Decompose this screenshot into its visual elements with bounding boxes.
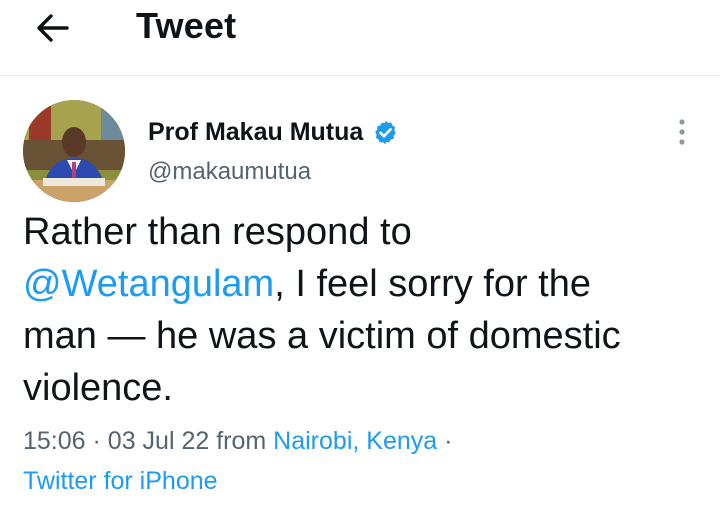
verified-badge-icon xyxy=(375,120,397,144)
author-handle[interactable]: @makaumutua xyxy=(148,157,311,187)
separator-dot: · xyxy=(92,427,101,455)
tweet-source-row: Twitter for iPhone xyxy=(23,465,703,497)
location-link[interactable]: Nairobi, Kenya xyxy=(273,427,437,455)
profile-photo xyxy=(23,100,125,202)
tweet-time[interactable]: 15:06 xyxy=(23,427,86,455)
tweet-date[interactable]: 03 Jul 22 xyxy=(108,427,209,455)
avatar[interactable] xyxy=(23,100,125,202)
from-label: from xyxy=(216,427,267,455)
top-bar: Tweet xyxy=(0,0,720,76)
tweet-text-line: man — he was a victim of domestic xyxy=(23,315,621,357)
tweet-text-segment: , I feel sorry for the xyxy=(274,263,592,305)
source-link[interactable]: Twitter for iPhone xyxy=(23,467,218,495)
tweet-timestamp-row: 15:06 · 03 Jul 22 from Nairobi, Kenya · xyxy=(23,425,703,457)
arrow-left-icon xyxy=(37,14,69,42)
separator-dot: · xyxy=(444,427,453,455)
page-title: Tweet xyxy=(136,5,237,46)
author-name-row[interactable]: Prof Makau Mutua xyxy=(148,114,399,150)
tweet-text-line: @Wetangulam, I feel sorry for the xyxy=(23,258,703,310)
back-button[interactable] xyxy=(30,8,76,48)
more-vertical-icon xyxy=(679,119,685,145)
tweet-text: Rather than respond to @Wetangulam, I fe… xyxy=(23,206,703,414)
tweet-text-line: violence. xyxy=(23,367,173,409)
more-options-button[interactable] xyxy=(664,114,700,150)
tweet-text-line: Rather than respond to xyxy=(23,211,412,253)
author-display-name[interactable]: Prof Makau Mutua xyxy=(148,117,363,147)
mention-link[interactable]: @Wetangulam xyxy=(23,263,274,305)
